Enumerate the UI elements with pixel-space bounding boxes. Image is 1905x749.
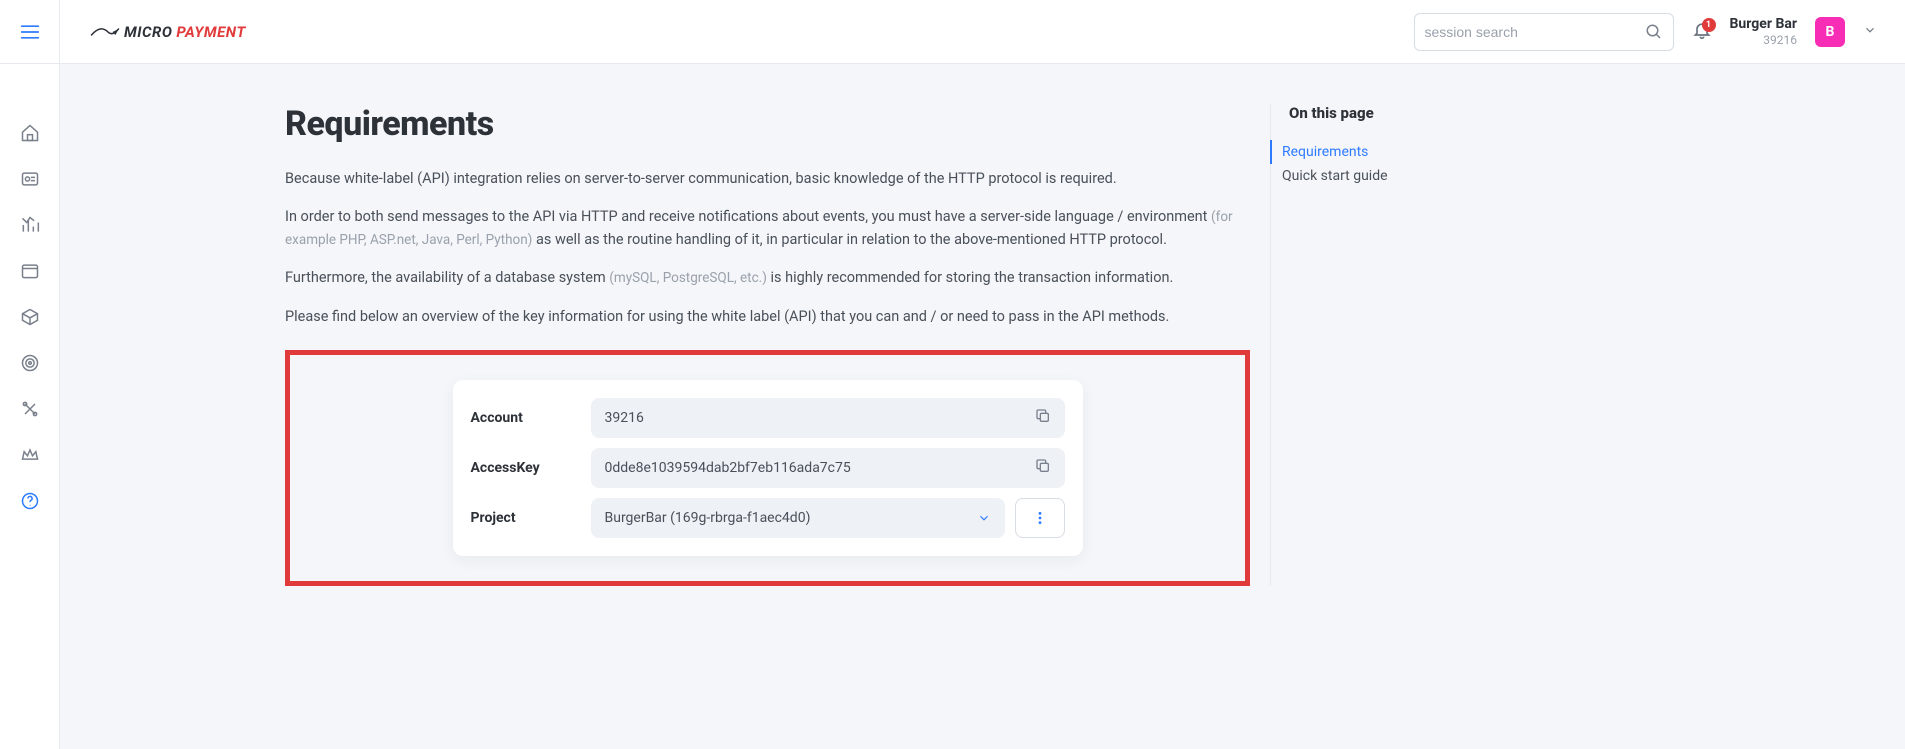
search-icon <box>1645 23 1663 41</box>
org-info: Burger Bar 39216 <box>1730 16 1798 47</box>
calendar-icon <box>20 261 40 281</box>
accesskey-value: 0dde8e1039594dab2bf7eb116ada7c75 <box>605 460 851 476</box>
home-icon <box>20 123 40 143</box>
project-select[interactable]: BurgerBar (169g-rbrga-f1aec4d0) <box>591 498 1005 538</box>
nav-analytics[interactable] <box>0 206 59 244</box>
nav-users[interactable] <box>0 160 59 198</box>
tools-icon <box>20 399 40 419</box>
account-label: Account <box>471 410 591 426</box>
p3b: is highly recommended for storing the tr… <box>767 269 1173 286</box>
org-name: Burger Bar <box>1730 16 1798 33</box>
toc-link-requirements[interactable]: Requirements <box>1270 140 1470 164</box>
toc-heading: On this page <box>1289 104 1470 122</box>
nav-help[interactable] <box>0 482 59 520</box>
nav-target[interactable] <box>0 344 59 382</box>
users-icon <box>20 169 40 189</box>
logo[interactable]: MICRO PAYMENT <box>90 21 246 43</box>
help-icon <box>20 491 40 511</box>
box-icon <box>20 307 40 327</box>
paragraph-4: Please find below an overview of the key… <box>285 306 1250 328</box>
account-field: 39216 <box>591 398 1065 438</box>
article: Requirements Because white-label (API) i… <box>285 104 1250 586</box>
session-search[interactable] <box>1414 13 1674 51</box>
project-more-button[interactable] <box>1015 498 1065 538</box>
accesskey-label: AccessKey <box>471 460 591 476</box>
copy-icon <box>1035 408 1051 424</box>
project-label: Project <box>471 510 591 526</box>
target-icon <box>20 353 40 373</box>
credentials-highlight: Account 39216 AccessKey 0dde8e1039594dab… <box>285 350 1250 586</box>
chart-icon <box>20 215 40 235</box>
on-this-page: On this page Requirements Quick start gu… <box>1270 104 1470 586</box>
p2b: as well as the routine handling of it, i… <box>532 231 1167 248</box>
sidebar-toggle-button[interactable] <box>0 0 60 64</box>
logo-text-micro: MICRO <box>124 23 172 41</box>
account-menu-toggle[interactable] <box>1863 22 1877 41</box>
paragraph-3: Furthermore, the availability of a datab… <box>285 267 1250 289</box>
avatar[interactable]: B <box>1815 17 1845 47</box>
logo-text-payment: PAYMENT <box>176 23 245 41</box>
org-id: 39216 <box>1730 33 1798 47</box>
copy-accesskey-button[interactable] <box>1035 458 1051 478</box>
nav-tools[interactable] <box>0 390 59 428</box>
row-project: Project BurgerBar (169g-rbrga-f1aec4d0) <box>471 498 1065 538</box>
topbar-right: 1 Burger Bar 39216 B <box>1414 13 1905 51</box>
copy-account-button[interactable] <box>1035 408 1051 428</box>
paragraph-1: Because white-label (API) integration re… <box>285 168 1250 190</box>
row-account: Account 39216 <box>471 398 1065 438</box>
main-area: Requirements Because white-label (API) i… <box>60 64 1905 749</box>
topbar: MICRO PAYMENT 1 Burger Bar 39216 B <box>0 0 1905 64</box>
notification-count: 1 <box>1702 18 1716 32</box>
paragraph-2: In order to both send messages to the AP… <box>285 206 1250 251</box>
credentials-card: Account 39216 AccessKey 0dde8e1039594dab… <box>453 380 1083 556</box>
chevron-down-icon <box>1863 23 1877 37</box>
logo-swoosh-icon <box>90 21 120 43</box>
crown-icon <box>20 445 40 465</box>
menu-icon <box>20 24 40 40</box>
nav-calendar[interactable] <box>0 252 59 290</box>
p3a: Furthermore, the availability of a datab… <box>285 269 609 286</box>
p2a: In order to both send messages to the AP… <box>285 208 1211 225</box>
project-value: BurgerBar (169g-rbrga-f1aec4d0) <box>605 510 811 526</box>
notifications-button[interactable]: 1 <box>1692 20 1712 44</box>
toc-link-quickstart[interactable]: Quick start guide <box>1270 164 1470 188</box>
search-input[interactable] <box>1425 24 1645 40</box>
accesskey-field: 0dde8e1039594dab2bf7eb116ada7c75 <box>591 448 1065 488</box>
more-vertical-icon <box>1032 510 1048 526</box>
nav-home[interactable] <box>0 114 59 152</box>
chevron-down-icon <box>977 511 991 525</box>
sidebar-rail <box>0 64 60 749</box>
nav-crown[interactable] <box>0 436 59 474</box>
page-title: Requirements <box>285 104 1250 144</box>
copy-icon <box>1035 458 1051 474</box>
row-accesskey: AccessKey 0dde8e1039594dab2bf7eb116ada7c… <box>471 448 1065 488</box>
account-value: 39216 <box>605 410 644 426</box>
p3-muted: (mySQL, PostgreSQL, etc.) <box>609 270 767 286</box>
nav-packages[interactable] <box>0 298 59 336</box>
